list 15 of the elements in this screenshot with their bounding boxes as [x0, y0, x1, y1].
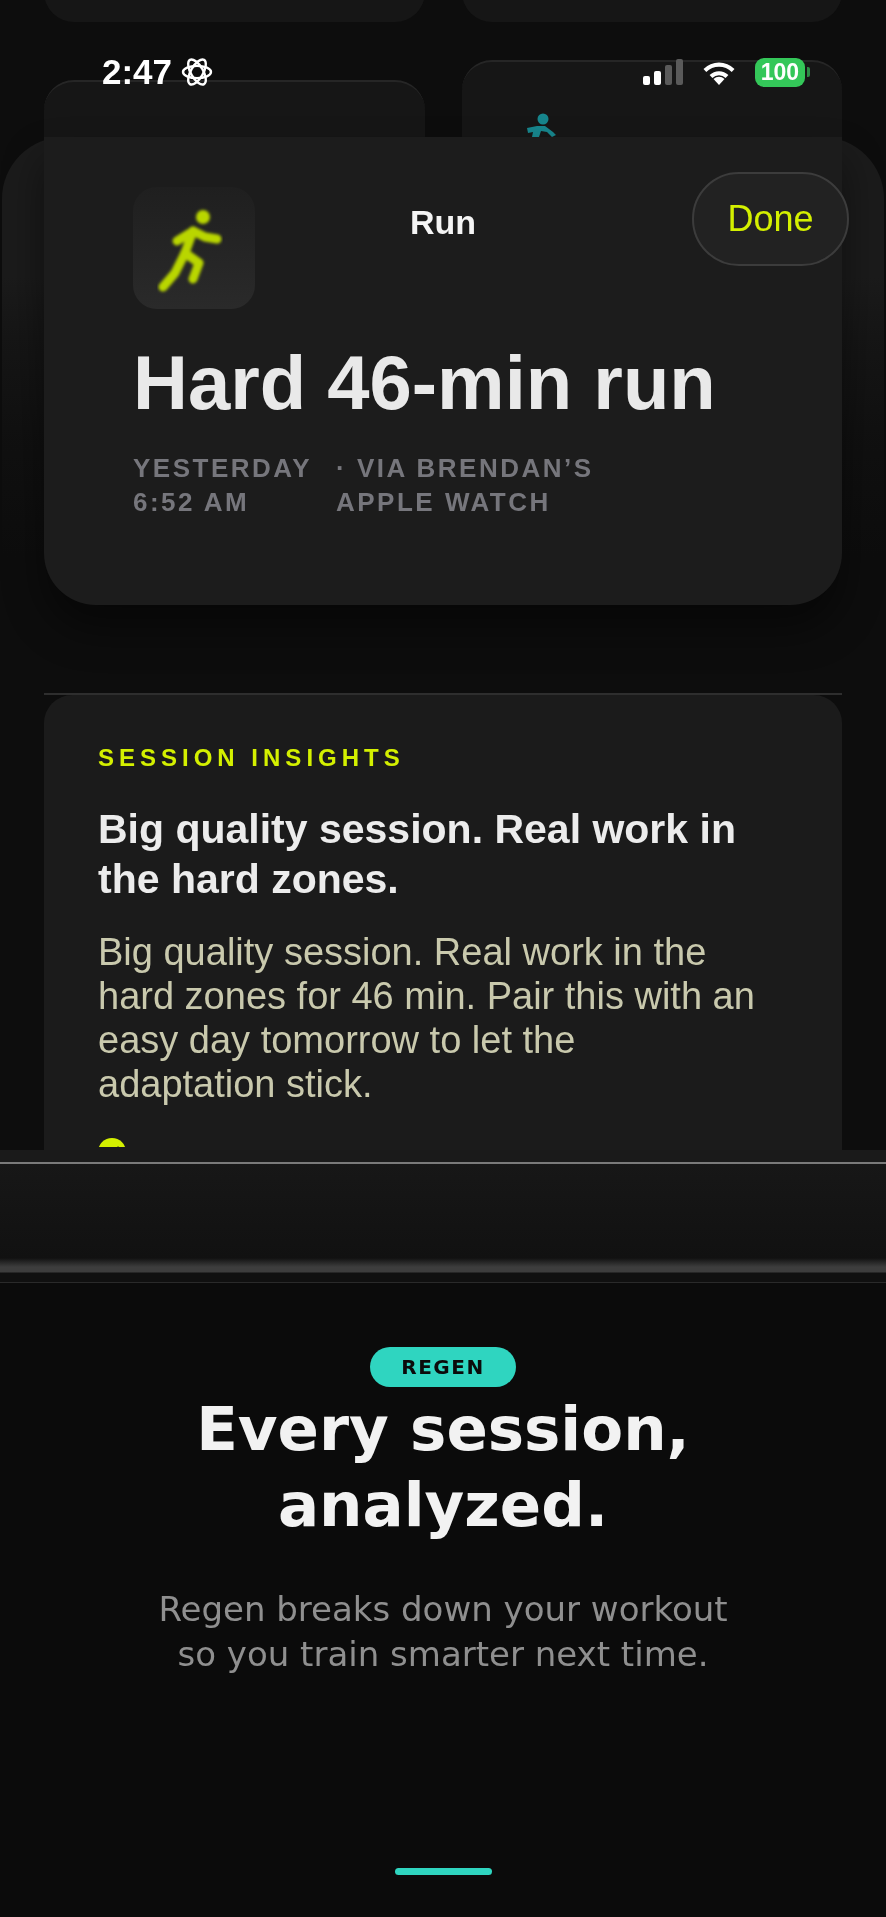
atom-icon [181, 56, 214, 88]
battery-indicator: 100 [754, 57, 810, 87]
insight-headline: Big quality session. Real work in the hard zones. [98, 805, 737, 904]
signal-icon [642, 59, 683, 85]
promo-headline: Every session, analyzed. [195, 1392, 691, 1542]
done-button[interactable]: Done [692, 172, 849, 266]
clock-time: 2:47 [102, 52, 173, 92]
workout-title: Hard 46-min run [133, 341, 716, 425]
section-label: SESSION INSIGHTS [98, 743, 405, 773]
workout-meta: YESTERDAY 6:52 AM [133, 452, 313, 519]
promo-subtitle: Regen breaks down your workout so you train smarter next time. [157, 1588, 729, 1676]
app-badge: REGEN [370, 1347, 516, 1387]
insight-text: Big quality session. Real work in the hard zones for 46 min. Pair this with an easy day tomorrow to let the adaptation stick. [98, 930, 756, 1106]
sheet-title: Run [409, 202, 477, 242]
workout-meta: · VIA BRENDAN’S APPLE WATCH [336, 452, 595, 519]
